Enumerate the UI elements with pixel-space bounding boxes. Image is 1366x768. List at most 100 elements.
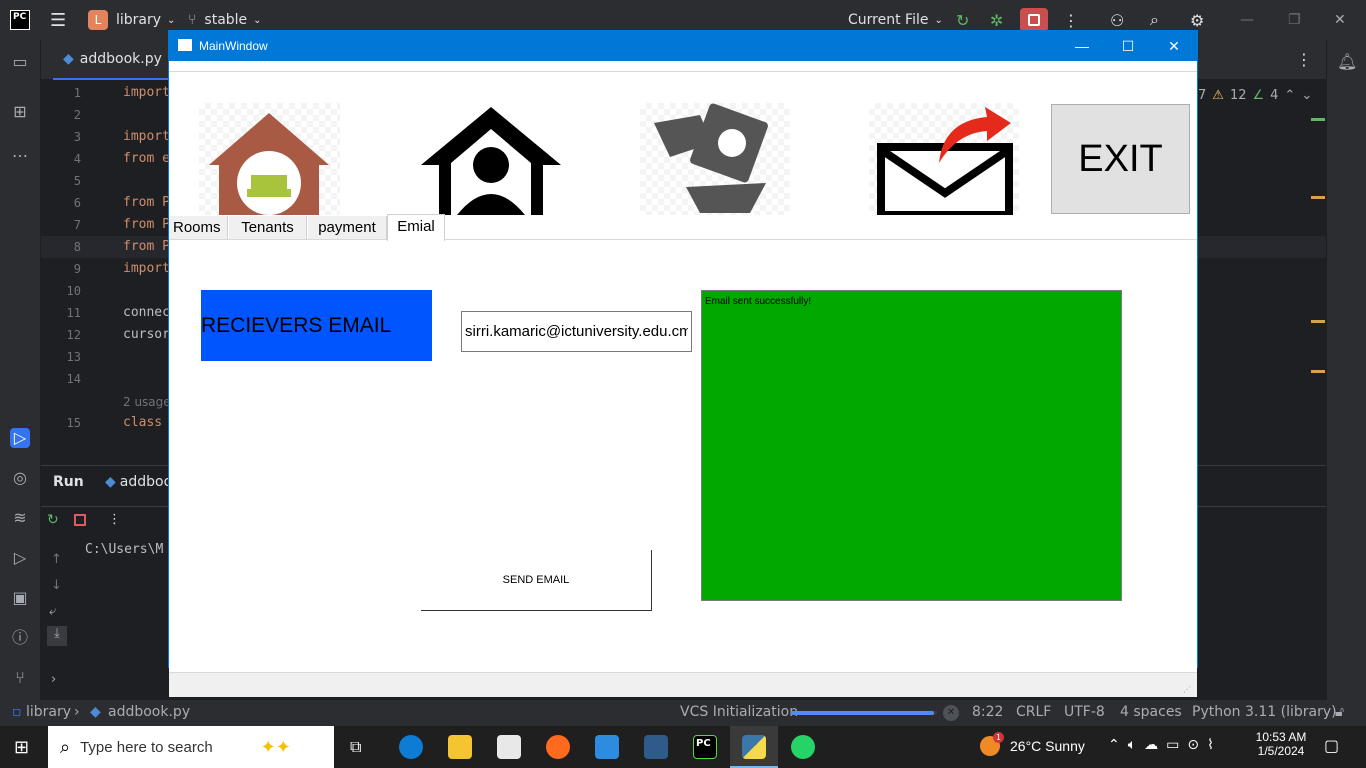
chevron-down-icon: ⌄ bbox=[253, 14, 262, 26]
clock[interactable]: 10:53 AM 1/5/2024 bbox=[1252, 730, 1310, 758]
breadcrumb-project[interactable]: library bbox=[26, 704, 71, 720]
vscode-icon[interactable] bbox=[595, 735, 619, 759]
settings-gear-icon[interactable]: ⚙ bbox=[1190, 8, 1204, 32]
notifications-bell-icon[interactable]: 🔔︎ bbox=[1337, 52, 1357, 72]
edge-icon[interactable] bbox=[399, 735, 423, 759]
caret-position[interactable]: 8:22 bbox=[972, 704, 1003, 720]
main-menu-icon[interactable]: ☰ bbox=[50, 8, 66, 32]
tool-window-strip-left: ▭ ⊞ … ▷ ◎ ≋ ▷ ▣ ⓘ ⑂ bbox=[0, 40, 41, 700]
code-line[interactable]: cursor bbox=[123, 327, 170, 342]
more-icon[interactable]: ⋮ bbox=[108, 512, 121, 527]
exit-button[interactable]: EXIT bbox=[1051, 104, 1190, 214]
run-tool-icon[interactable]: ▷ bbox=[10, 428, 30, 448]
git-icon[interactable]: ⑂ bbox=[10, 668, 30, 688]
code-line[interactable]: import bbox=[123, 129, 170, 144]
rerun-icon[interactable]: ↻ bbox=[956, 8, 969, 32]
scroll-to-end-icon[interactable]: ⤓ bbox=[47, 626, 67, 646]
mysql-workbench-icon[interactable] bbox=[644, 735, 668, 759]
services-icon[interactable]: ▷ bbox=[10, 548, 30, 568]
search-icon: ⌕ bbox=[60, 736, 71, 758]
lock-icon[interactable]: 🔓︎ bbox=[1335, 704, 1344, 720]
chevron-down-icon[interactable]: ⌄ bbox=[1301, 88, 1312, 103]
code-line[interactable]: from P bbox=[123, 239, 170, 254]
tab-tenants[interactable]: Tenants bbox=[229, 216, 307, 240]
pycharm-taskbar-icon[interactable]: PC bbox=[693, 735, 717, 759]
indent-setting[interactable]: 4 spaces bbox=[1120, 704, 1182, 720]
code-line[interactable]: import bbox=[123, 261, 170, 276]
line-number: 7 bbox=[73, 218, 81, 232]
warning-count: 12 bbox=[1229, 88, 1247, 103]
stop-icon[interactable] bbox=[74, 514, 86, 526]
down-arrow-icon[interactable]: ↓ bbox=[51, 578, 62, 593]
weather-badge: 1 bbox=[993, 732, 1004, 743]
editor-tab-addbook[interactable]: ◆ addbook.py bbox=[53, 40, 172, 80]
send-email-button[interactable]: SEND EMAIL bbox=[421, 550, 652, 611]
code-line[interactable]: class bbox=[123, 415, 162, 430]
receiver-email-input[interactable] bbox=[461, 311, 692, 352]
minimize-icon[interactable]: — bbox=[1240, 8, 1254, 32]
chevron-right-icon[interactable]: › bbox=[51, 672, 56, 687]
envelope-send-icon bbox=[869, 103, 1019, 219]
python-interpreter[interactable]: Python 3.11 (library) bbox=[1192, 704, 1337, 720]
python-file-icon: ◆ bbox=[105, 474, 116, 490]
soft-wrap-icon[interactable]: ⤶ bbox=[49, 604, 56, 619]
branch-switcher[interactable]: ⑂ stable ⌄ bbox=[188, 8, 262, 32]
run-tab[interactable]: ◆ addboo bbox=[105, 474, 172, 490]
code-line[interactable]: from P bbox=[123, 195, 170, 210]
more-tools-icon[interactable]: … bbox=[10, 142, 30, 162]
resize-grip-icon[interactable]: ⋰ bbox=[1183, 685, 1191, 694]
up-arrow-icon[interactable]: ↑ bbox=[51, 552, 62, 567]
windows-start-icon[interactable]: ⊞ bbox=[14, 737, 29, 758]
structure-icon[interactable]: ⊞ bbox=[10, 102, 30, 122]
python-app-taskbar-button[interactable] bbox=[730, 726, 778, 768]
line-separator[interactable]: CRLF bbox=[1016, 704, 1051, 720]
layers-icon[interactable]: ≋ bbox=[10, 508, 30, 528]
firefox-icon[interactable] bbox=[546, 735, 570, 759]
whatsapp-icon[interactable] bbox=[791, 735, 815, 759]
house-sofa-icon bbox=[199, 103, 340, 215]
line-number: 5 bbox=[73, 174, 81, 188]
python-console-icon[interactable]: ◎ bbox=[10, 468, 30, 488]
restore-icon[interactable]: ❐ bbox=[1288, 8, 1301, 32]
rerun-icon[interactable]: ↻ bbox=[47, 512, 59, 528]
file-encoding[interactable]: UTF-8 bbox=[1064, 704, 1105, 720]
add-user-icon[interactable]: ⚇ bbox=[1110, 8, 1124, 32]
tab-email[interactable]: Emial bbox=[387, 214, 445, 241]
window-maximize-button[interactable]: ☐ bbox=[1105, 31, 1151, 61]
chevron-up-icon[interactable]: ⌃ bbox=[1284, 88, 1295, 103]
line-number: 9 bbox=[73, 262, 81, 276]
window-titlebar[interactable]: MainWindow — ☐ ✕ bbox=[169, 31, 1197, 61]
notification-center-icon[interactable]: ▢ bbox=[1324, 736, 1339, 755]
more-actions-icon[interactable]: ⋮ bbox=[1063, 8, 1079, 32]
file-explorer-icon[interactable] bbox=[448, 735, 472, 759]
window-minimize-button[interactable]: — bbox=[1059, 31, 1105, 61]
store-icon[interactable] bbox=[497, 735, 521, 759]
problems-icon[interactable]: ⓘ bbox=[10, 628, 30, 648]
cancel-task-icon[interactable]: ✕ bbox=[943, 705, 959, 721]
breadcrumb-file[interactable]: addbook.py bbox=[108, 704, 190, 720]
terminal-icon[interactable]: ▣ bbox=[10, 588, 30, 608]
window-close-button[interactable]: ✕ bbox=[1151, 31, 1197, 61]
search-placeholder: Type here to search bbox=[80, 738, 213, 756]
tab-actions-icon[interactable]: ⋮ bbox=[1296, 50, 1312, 69]
code-line[interactable]: import bbox=[123, 85, 170, 100]
tab-payment[interactable]: payment bbox=[308, 216, 387, 240]
code-line[interactable]: from e bbox=[123, 151, 170, 166]
debug-icon[interactable]: ✲ bbox=[990, 8, 1003, 32]
weather-text[interactable]: 26°C Sunny bbox=[1010, 738, 1085, 754]
run-tab-label: addboo bbox=[119, 474, 173, 490]
project-folder-icon[interactable]: ▭ bbox=[10, 52, 30, 72]
system-tray-icons[interactable]: ⌃🔈︎☁▭⊙⌇ bbox=[1108, 737, 1222, 753]
task-view-icon[interactable]: ⧉ bbox=[350, 737, 361, 757]
close-icon[interactable]: ✕ bbox=[1334, 8, 1346, 32]
search-icon[interactable]: ⌕ bbox=[1150, 8, 1159, 32]
code-line[interactable]: connec bbox=[123, 305, 170, 320]
inspection-widget[interactable]: 7 ⚠ 12 ∠ 4 ⌃ ⌄ bbox=[1198, 88, 1312, 103]
run-config-selector[interactable]: Current File ⌄ bbox=[848, 8, 943, 32]
code-line[interactable]: from P bbox=[123, 217, 170, 232]
tab-rooms[interactable]: Rooms bbox=[169, 216, 228, 240]
stop-button[interactable] bbox=[1020, 8, 1048, 32]
taskbar-search-box[interactable]: ⌕ Type here to search ✦✦ bbox=[48, 726, 334, 768]
line-number: 10 bbox=[66, 284, 81, 298]
project-switcher[interactable]: L library ⌄ bbox=[88, 8, 175, 32]
